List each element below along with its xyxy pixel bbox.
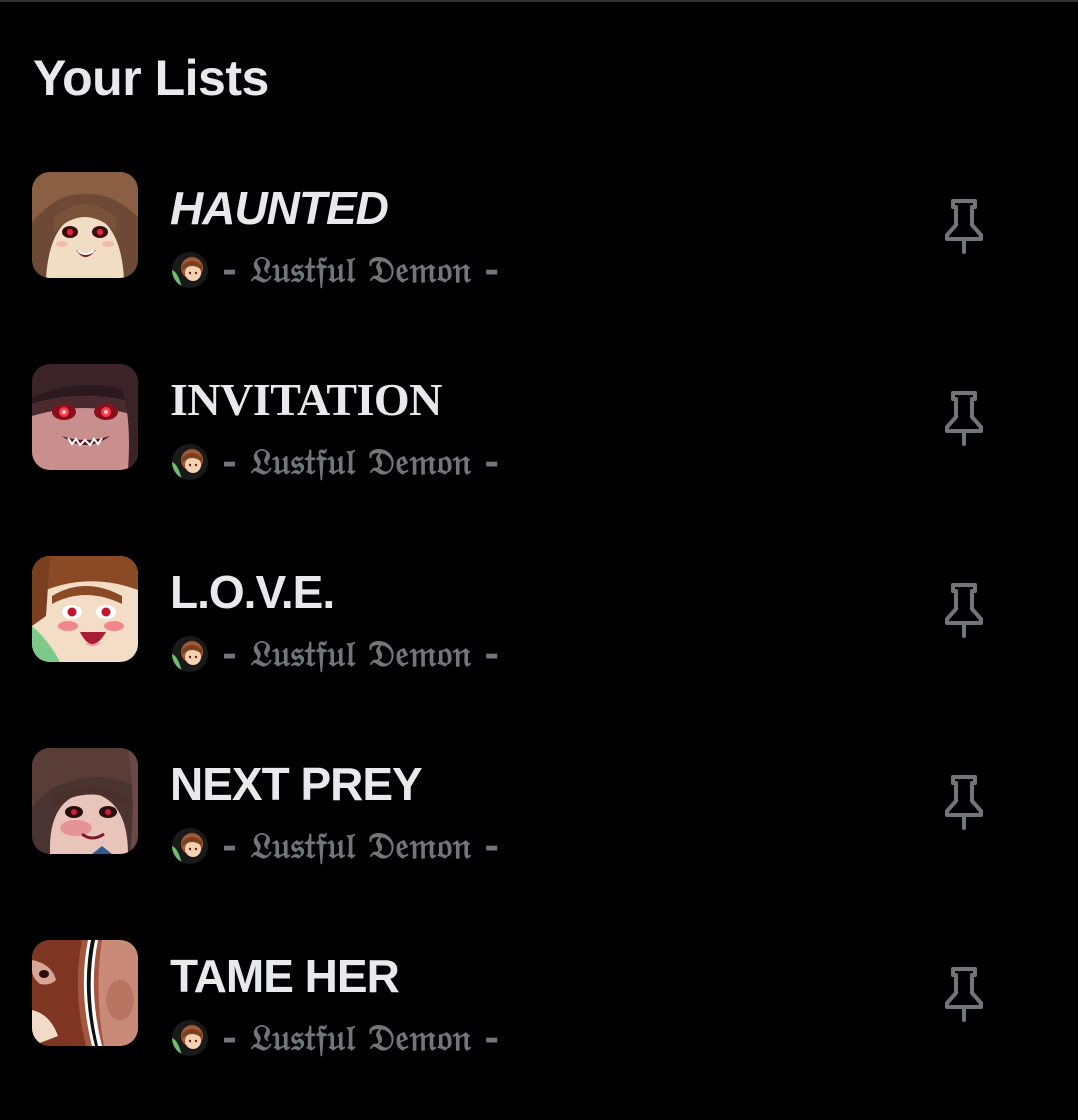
pin-icon bbox=[945, 583, 983, 638]
list-owner: - 𝔏𝔲𝔰𝔱𝔣𝔲𝔩 𝔇𝔢𝔪𝔬𝔫 - bbox=[172, 821, 500, 871]
owner-name: - 𝔏𝔲𝔰𝔱𝔣𝔲𝔩 𝔇𝔢𝔪𝔬𝔫 - bbox=[222, 249, 500, 291]
list-thumbnail bbox=[32, 940, 138, 1046]
pin-icon bbox=[945, 967, 983, 1022]
list-owner: - 𝔏𝔲𝔰𝔱𝔣𝔲𝔩 𝔇𝔢𝔪𝔬𝔫 - bbox=[172, 245, 500, 295]
list-thumbnail bbox=[32, 556, 138, 662]
list-name: NEXT PREY bbox=[170, 758, 423, 810]
top-divider bbox=[0, 0, 1078, 2]
list-thumbnail bbox=[32, 748, 138, 854]
pin-icon bbox=[945, 199, 983, 254]
owner-avatar bbox=[172, 444, 208, 480]
list-owner: - 𝔏𝔲𝔰𝔱𝔣𝔲𝔩 𝔇𝔢𝔪𝔬𝔫 - bbox=[172, 1013, 500, 1063]
list-name: INVITATION bbox=[170, 374, 442, 425]
owner-name: - 𝔏𝔲𝔰𝔱𝔣𝔲𝔩 𝔇𝔢𝔪𝔬𝔫 - bbox=[222, 633, 500, 675]
list-thumbnail bbox=[32, 364, 138, 470]
list-owner: - 𝔏𝔲𝔰𝔱𝔣𝔲𝔩 𝔇𝔢𝔪𝔬𝔫 - bbox=[172, 437, 500, 487]
list-item[interactable]: HAUNTED - 𝔏𝔲𝔰𝔱𝔣𝔲𝔩 𝔇𝔢𝔪𝔬𝔫 - bbox=[0, 160, 1078, 352]
list-owner: - 𝔏𝔲𝔰𝔱𝔣𝔲𝔩 𝔇𝔢𝔪𝔬𝔫 - bbox=[172, 629, 500, 679]
section-title: Your Lists bbox=[33, 50, 269, 106]
owner-name: - 𝔏𝔲𝔰𝔱𝔣𝔲𝔩 𝔇𝔢𝔪𝔬𝔫 - bbox=[222, 1017, 500, 1059]
pin-button[interactable] bbox=[936, 386, 992, 450]
pin-icon bbox=[945, 775, 983, 830]
list-item[interactable]: NEXT PREY - 𝔏𝔲𝔰𝔱𝔣𝔲𝔩 𝔇𝔢𝔪𝔬𝔫 - bbox=[0, 736, 1078, 928]
pin-button[interactable] bbox=[936, 194, 992, 258]
pin-icon bbox=[945, 391, 983, 446]
list-name: TAME HER bbox=[170, 950, 400, 1002]
pin-button[interactable] bbox=[936, 770, 992, 834]
pin-button[interactable] bbox=[936, 578, 992, 642]
list-item[interactable]: TAME HER - 𝔏𝔲𝔰𝔱𝔣𝔲𝔩 𝔇𝔢𝔪𝔬𝔫 - bbox=[0, 928, 1078, 1120]
pin-button[interactable] bbox=[936, 962, 992, 1026]
list-item[interactable]: L.O.V.E. - 𝔏𝔲𝔰𝔱𝔣𝔲𝔩 𝔇𝔢𝔪𝔬𝔫 - bbox=[0, 544, 1078, 736]
owner-avatar bbox=[172, 828, 208, 864]
owner-name: - 𝔏𝔲𝔰𝔱𝔣𝔲𝔩 𝔇𝔢𝔪𝔬𝔫 - bbox=[222, 441, 500, 483]
list-thumbnail bbox=[32, 172, 138, 278]
list-item[interactable]: INVITATION - 𝔏𝔲𝔰𝔱𝔣𝔲𝔩 𝔇𝔢𝔪𝔬𝔫 - bbox=[0, 352, 1078, 544]
list-name: L.O.V.E. bbox=[170, 566, 335, 618]
owner-avatar bbox=[172, 252, 208, 288]
owner-avatar bbox=[172, 1020, 208, 1056]
owner-name: - 𝔏𝔲𝔰𝔱𝔣𝔲𝔩 𝔇𝔢𝔪𝔬𝔫 - bbox=[222, 825, 500, 867]
list-name: HAUNTED bbox=[170, 182, 389, 234]
owner-avatar bbox=[172, 636, 208, 672]
lists-container: HAUNTED - 𝔏𝔲𝔰𝔱𝔣𝔲𝔩 𝔇𝔢𝔪𝔬𝔫 - INVITATION - 𝔏… bbox=[0, 160, 1078, 1120]
